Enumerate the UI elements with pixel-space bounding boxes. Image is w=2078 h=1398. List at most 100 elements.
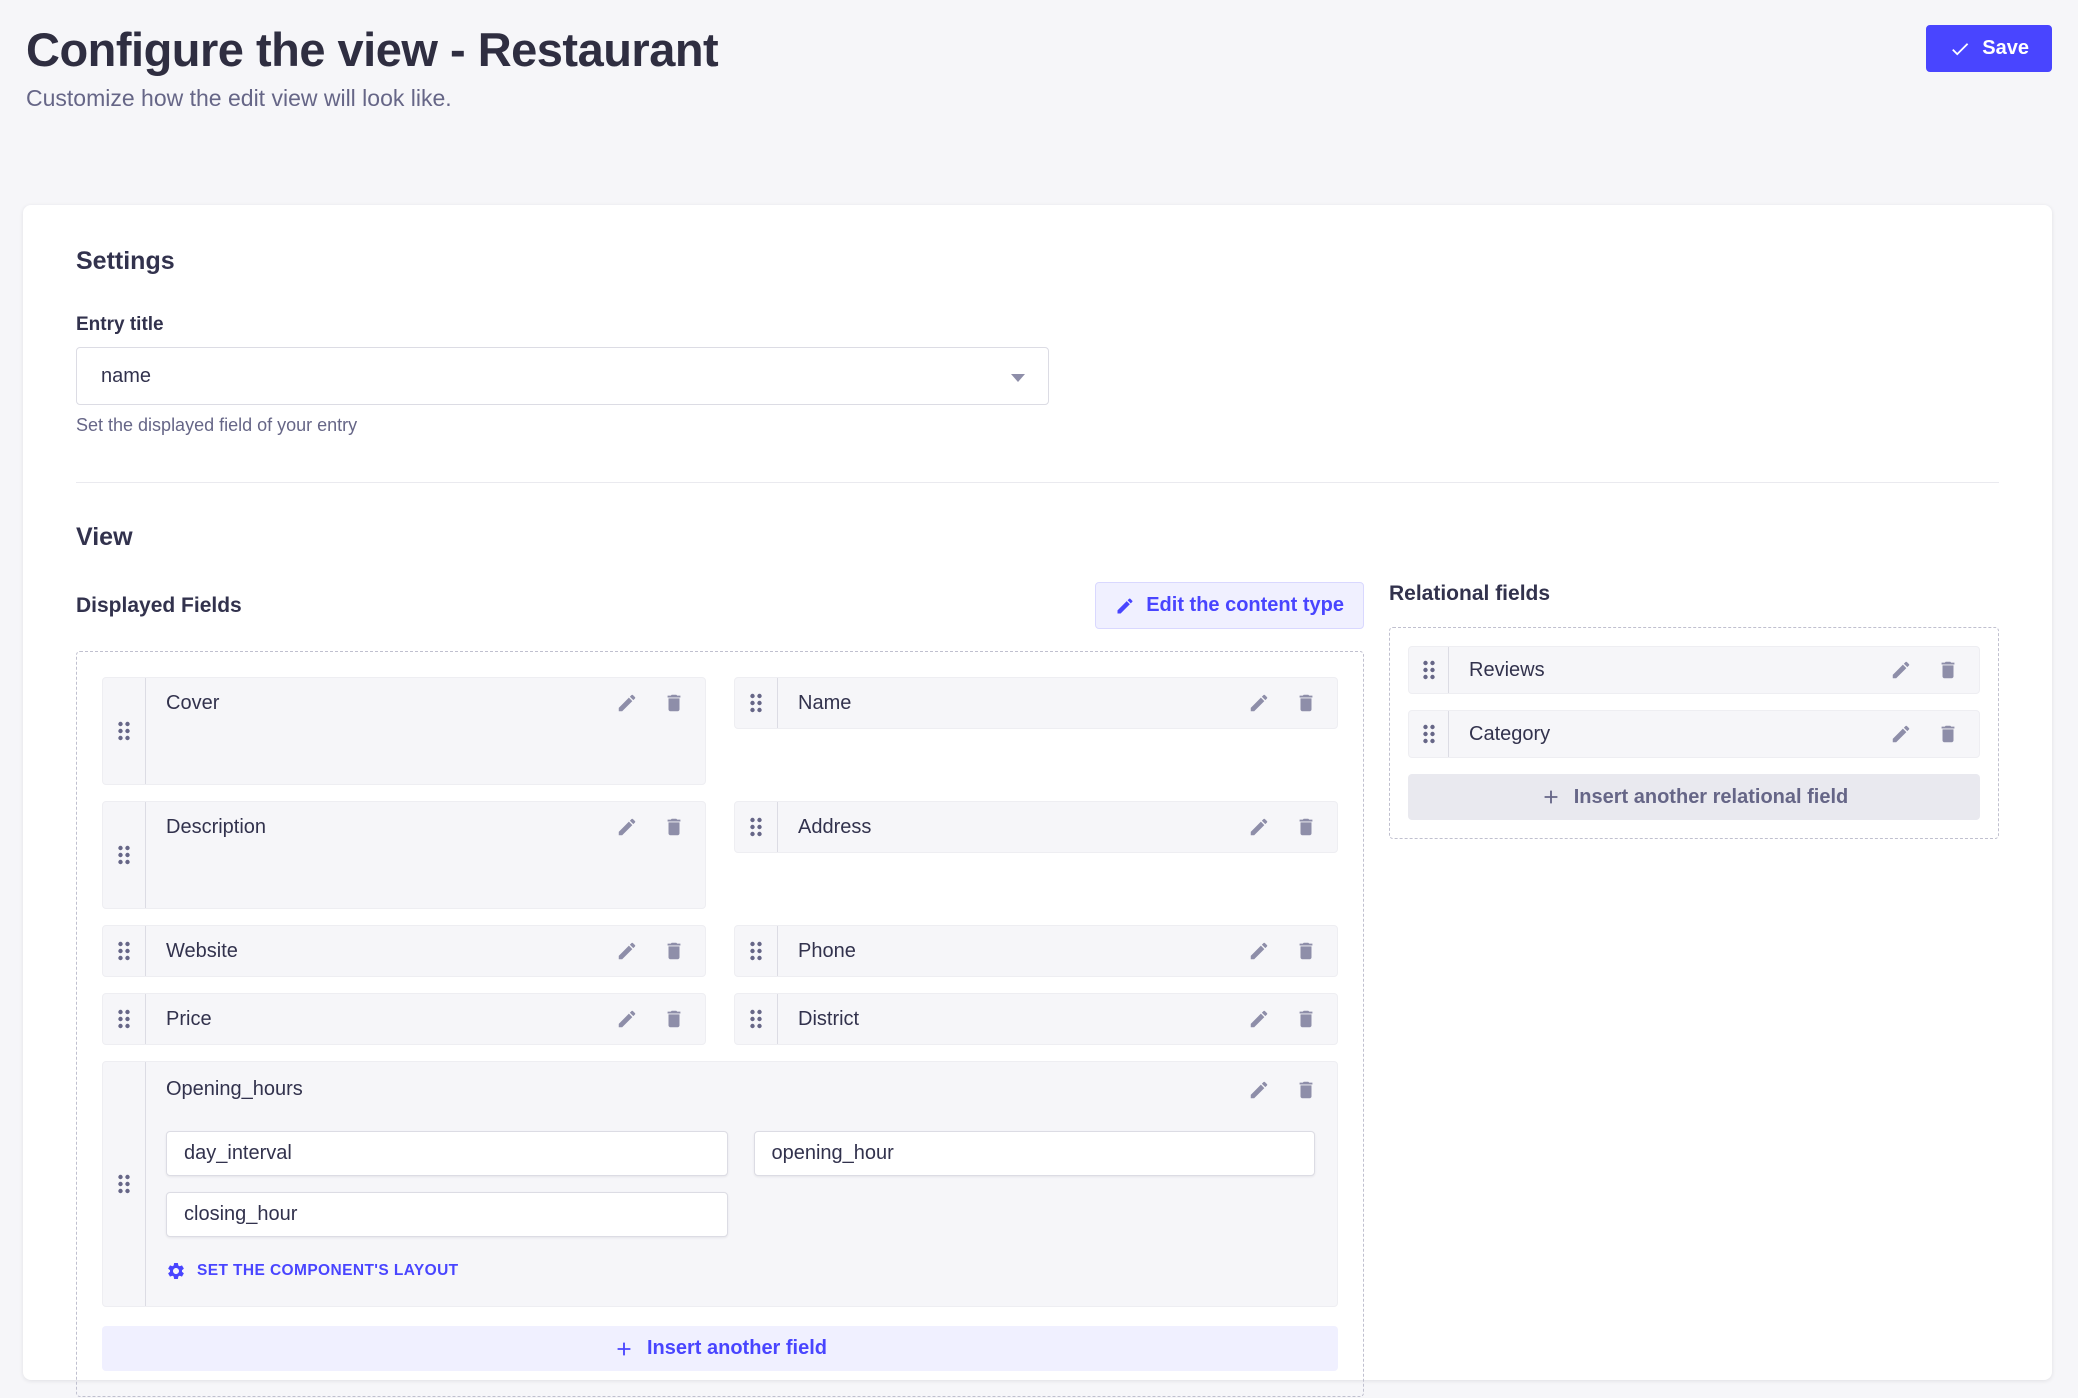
displayed-fields-title: Displayed Fields	[76, 594, 242, 618]
edit-field-icon[interactable]	[616, 1008, 638, 1030]
edit-field-icon[interactable]	[616, 816, 638, 838]
relational-card-reviews[interactable]: Reviews	[1408, 646, 1980, 694]
relational-fields-column: Relational fields Reviews	[1389, 582, 1999, 839]
edit-field-icon[interactable]	[1248, 1079, 1270, 1101]
component-subfield-day-interval[interactable]: day_interval	[166, 1131, 728, 1176]
field-label: Description	[166, 816, 266, 839]
insert-another-field-label: Insert another field	[647, 1337, 827, 1360]
drag-handle-icon	[748, 939, 764, 963]
insert-another-field-button[interactable]: Insert another field	[102, 1326, 1338, 1371]
field-card-website[interactable]: Website	[102, 925, 706, 977]
drag-handle[interactable]	[735, 994, 778, 1044]
delete-field-icon[interactable]	[1295, 1008, 1317, 1030]
field-card-cover[interactable]: Cover	[102, 677, 706, 785]
drag-handle[interactable]	[1409, 711, 1449, 757]
field-label: Website	[166, 940, 238, 963]
delete-field-icon[interactable]	[663, 692, 685, 714]
field-label: District	[798, 1008, 859, 1031]
delete-field-icon[interactable]	[1937, 659, 1959, 681]
field-card-phone[interactable]: Phone	[734, 925, 1338, 977]
section-divider	[76, 482, 1999, 483]
relational-card-category[interactable]: Category	[1408, 710, 1980, 758]
field-card-name[interactable]: Name	[734, 677, 1338, 729]
edit-field-icon[interactable]	[1890, 723, 1912, 745]
drag-handle-icon	[116, 939, 132, 963]
edit-field-icon[interactable]	[1248, 1008, 1270, 1030]
drag-handle-icon	[1421, 722, 1437, 746]
field-label: Category	[1469, 723, 1550, 746]
drag-handle-icon	[748, 1007, 764, 1031]
drag-handle-icon	[748, 691, 764, 715]
component-subfield-opening-hour[interactable]: opening_hour	[754, 1131, 1316, 1176]
entry-title-selected-value: name	[101, 365, 151, 388]
delete-field-icon[interactable]	[1937, 723, 1959, 745]
drag-handle[interactable]	[735, 926, 778, 976]
subfield-label: closing_hour	[184, 1203, 297, 1226]
field-label: Name	[798, 692, 851, 715]
check-icon	[1949, 38, 1971, 60]
set-component-layout-label: SET THE COMPONENT'S LAYOUT	[197, 1262, 459, 1280]
pencil-icon	[1115, 596, 1135, 616]
edit-field-icon[interactable]	[616, 940, 638, 962]
delete-field-icon[interactable]	[663, 816, 685, 838]
field-card-address[interactable]: Address	[734, 801, 1338, 853]
delete-field-icon[interactable]	[1295, 692, 1317, 714]
edit-field-icon[interactable]	[1248, 940, 1270, 962]
view-section-title: View	[76, 523, 1999, 552]
component-label: Opening_hours	[166, 1078, 303, 1101]
relational-fields-dropzone: Reviews Category	[1389, 627, 1999, 839]
delete-field-icon[interactable]	[663, 940, 685, 962]
entry-title-select[interactable]: name	[76, 347, 1049, 405]
delete-field-icon[interactable]	[663, 1008, 685, 1030]
field-card-opening-hours[interactable]: Opening_hours day_interval	[102, 1061, 1338, 1307]
page-subtitle: Customize how the edit view will look li…	[26, 85, 2052, 112]
entry-title-help-text: Set the displayed field of your entry	[76, 415, 1999, 436]
drag-handle[interactable]	[103, 926, 146, 976]
page-title: Configure the view - Restaurant	[26, 22, 2052, 77]
field-card-district[interactable]: District	[734, 993, 1338, 1045]
edit-field-icon[interactable]	[616, 692, 638, 714]
gear-icon	[166, 1261, 186, 1281]
edit-field-icon[interactable]	[1890, 659, 1912, 681]
drag-handle[interactable]	[1409, 647, 1449, 693]
set-component-layout-button[interactable]: SET THE COMPONENT'S LAYOUT	[166, 1261, 459, 1281]
save-button[interactable]: Save	[1926, 25, 2052, 72]
delete-field-icon[interactable]	[1295, 940, 1317, 962]
field-card-description[interactable]: Description	[102, 801, 706, 909]
delete-field-icon[interactable]	[1295, 816, 1317, 838]
displayed-fields-column: Displayed Fields Edit the content type	[76, 582, 1364, 1397]
field-card-price[interactable]: Price	[102, 993, 706, 1045]
drag-handle[interactable]	[735, 678, 778, 728]
component-subfield-closing-hour[interactable]: closing_hour	[166, 1192, 728, 1237]
settings-section-title: Settings	[76, 247, 1999, 276]
drag-handle-icon	[1421, 658, 1437, 682]
configuration-panel: Settings Entry title name Set the displa…	[23, 205, 2052, 1380]
drag-handle[interactable]	[103, 802, 146, 908]
relational-fields-title: Relational fields	[1389, 582, 1999, 606]
drag-handle-icon	[116, 1007, 132, 1031]
drag-handle-icon	[748, 815, 764, 839]
edit-field-icon[interactable]	[1248, 816, 1270, 838]
drag-handle-icon	[116, 843, 132, 867]
edit-field-icon[interactable]	[1248, 692, 1270, 714]
field-label: Reviews	[1469, 659, 1545, 682]
subfield-label: day_interval	[184, 1142, 292, 1165]
drag-handle[interactable]	[103, 678, 146, 784]
drag-handle-icon	[116, 1172, 132, 1196]
field-label: Phone	[798, 940, 856, 963]
insert-another-relational-field-button[interactable]: Insert another relational field	[1408, 774, 1980, 820]
plus-icon	[1540, 786, 1562, 808]
delete-field-icon[interactable]	[1295, 1079, 1317, 1101]
edit-content-type-button[interactable]: Edit the content type	[1095, 582, 1364, 629]
drag-handle[interactable]	[103, 1062, 146, 1306]
subfield-label: opening_hour	[772, 1142, 894, 1165]
drag-handle[interactable]	[735, 802, 778, 852]
field-label: Address	[798, 816, 871, 839]
displayed-fields-dropzone: Cover Name	[76, 651, 1364, 1397]
drag-handle-icon	[116, 719, 132, 743]
save-button-label: Save	[1982, 37, 2029, 60]
drag-handle[interactable]	[103, 994, 146, 1044]
edit-content-type-label: Edit the content type	[1146, 594, 1344, 617]
plus-icon	[613, 1338, 635, 1360]
insert-another-relational-field-label: Insert another relational field	[1574, 786, 1849, 809]
